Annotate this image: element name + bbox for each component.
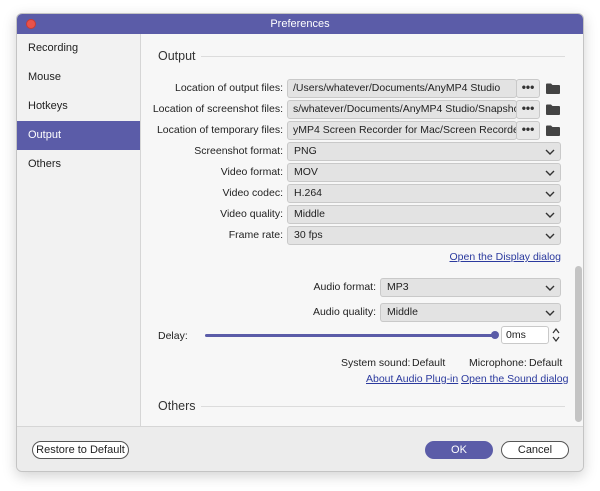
video-format-value: MOV	[294, 166, 318, 178]
delay-slider-thumb[interactable]	[491, 331, 499, 339]
window-title: Preferences	[270, 18, 330, 30]
video-format-label: Video format:	[220, 166, 283, 178]
sidebar-item-others[interactable]: Others	[17, 150, 140, 179]
others-section-divider	[201, 406, 565, 407]
temp-files-browse-button[interactable]: •••	[516, 121, 540, 140]
screenshot-files-label: Location of screenshot files:	[152, 103, 283, 115]
screenshot-files-folder-icon[interactable]	[546, 104, 560, 115]
temp-files-folder-icon[interactable]	[546, 125, 560, 136]
sidebar-item-recording[interactable]: Recording	[17, 34, 140, 63]
screenshot-files-path: s/whatever/Documents/AnyMP4 Studio/Snaps…	[287, 100, 517, 119]
chevron-down-icon	[545, 149, 555, 155]
audio-quality-select[interactable]: Middle	[380, 303, 561, 322]
audio-format-label: Audio format:	[313, 281, 376, 293]
screenshot-files-browse-button[interactable]: •••	[516, 100, 540, 119]
delay-stepper-icon[interactable]	[551, 326, 561, 344]
audio-quality-label: Audio quality:	[312, 306, 376, 318]
delay-slider-track[interactable]	[205, 334, 495, 337]
chevron-down-icon	[545, 285, 555, 291]
video-quality-select[interactable]: Middle	[287, 205, 561, 224]
frame-rate-value: 30 fps	[294, 229, 323, 241]
screenshot-format-label: Screenshot format:	[194, 145, 283, 157]
screenshot-format-value: PNG	[294, 145, 317, 157]
video-quality-value: Middle	[294, 208, 325, 220]
chevron-down-icon	[545, 191, 555, 197]
ok-button[interactable]: OK	[425, 441, 493, 459]
title-bar: Preferences	[17, 14, 583, 34]
output-files-label: Location of output files:	[175, 82, 283, 94]
chevron-down-icon	[545, 233, 555, 239]
about-audio-plugin-link[interactable]: About Audio Plug-in	[366, 373, 458, 385]
temp-files-path: yMP4 Screen Recorder for Mac/Screen Reco…	[287, 121, 517, 140]
microphone-value: Default	[529, 357, 563, 369]
output-settings-panel: Output Location of output files: /Users/…	[141, 34, 583, 426]
close-window-button[interactable]	[26, 19, 36, 29]
chevron-down-icon	[545, 170, 555, 176]
chevron-down-icon	[545, 310, 555, 316]
frame-rate-label: Frame rate:	[228, 229, 283, 241]
video-quality-label: Video quality:	[220, 208, 283, 220]
video-codec-select[interactable]: H.264	[287, 184, 561, 203]
sidebar-item-output[interactable]: Output	[17, 121, 140, 150]
output-files-path: /Users/whatever/Documents/AnyMP4 Studio	[287, 79, 517, 98]
sidebar-item-hotkeys[interactable]: Hotkeys	[17, 92, 140, 121]
audio-quality-value: Middle	[387, 306, 418, 318]
delay-input[interactable]: 0ms	[501, 326, 549, 344]
footer-bar: Restore to Default OK Cancel	[17, 426, 583, 471]
output-files-folder-icon[interactable]	[546, 83, 560, 94]
open-display-dialog-link[interactable]: Open the Display dialog	[450, 251, 562, 263]
screenshot-format-select[interactable]: PNG	[287, 142, 561, 161]
audio-format-select[interactable]: MP3	[380, 278, 561, 297]
video-codec-label: Video codec:	[222, 187, 283, 199]
system-sound-label: System sound:	[341, 357, 411, 369]
audio-format-value: MP3	[387, 281, 409, 293]
others-section-title: Others	[158, 399, 196, 413]
delay-label: Delay:	[158, 330, 188, 342]
video-codec-value: H.264	[294, 187, 323, 199]
sidebar-item-mouse[interactable]: Mouse	[17, 63, 140, 92]
output-files-browse-button[interactable]: •••	[516, 79, 540, 98]
temp-files-label: Location of temporary files:	[156, 124, 283, 136]
cancel-button[interactable]: Cancel	[501, 441, 569, 459]
output-section-divider	[201, 56, 565, 57]
chevron-down-icon	[545, 212, 555, 218]
system-sound-value: Default	[412, 357, 446, 369]
frame-rate-select[interactable]: 30 fps	[287, 226, 561, 245]
output-section-title: Output	[158, 49, 196, 63]
sidebar: Recording Mouse Hotkeys Output Others	[17, 34, 141, 426]
scrollbar-thumb[interactable]	[575, 266, 582, 422]
video-format-select[interactable]: MOV	[287, 163, 561, 182]
preferences-window: Preferences Recording Mouse Hotkeys Outp…	[16, 13, 584, 472]
microphone-label: Microphone:	[469, 357, 527, 369]
open-sound-dialog-link[interactable]: Open the Sound dialog	[461, 373, 568, 385]
restore-default-button[interactable]: Restore to Default	[32, 441, 129, 459]
